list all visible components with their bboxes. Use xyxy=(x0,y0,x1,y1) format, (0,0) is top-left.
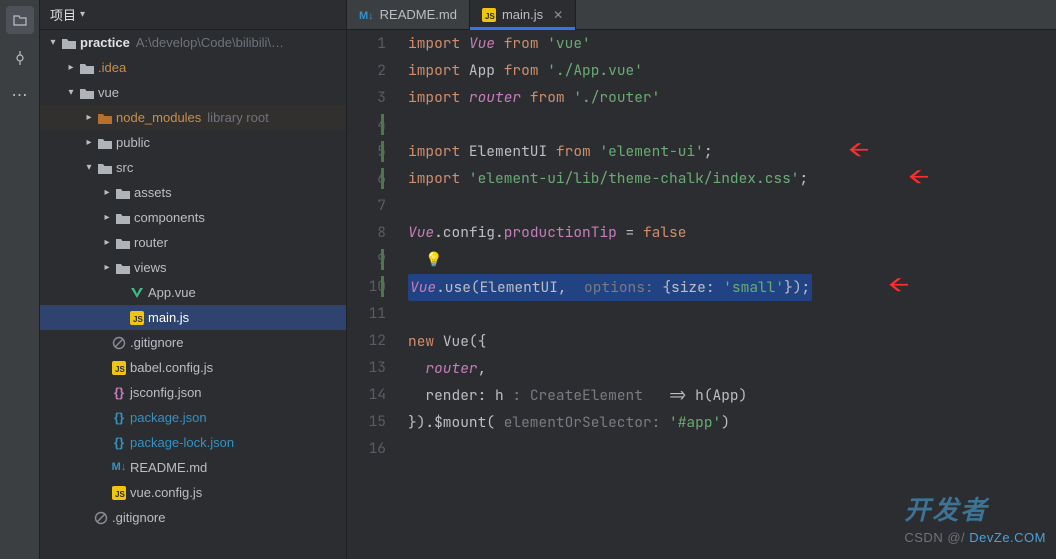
svg-text:JS: JS xyxy=(115,490,125,499)
tree-item-gitignore-2[interactable]: .gitignore xyxy=(40,505,346,530)
tree-item-src[interactable]: ▾ src xyxy=(40,155,346,180)
tree-item-assets[interactable]: ▸ assets xyxy=(40,180,346,205)
tree-item-babel[interactable]: JS babel.config.js xyxy=(40,355,346,380)
tree-item-public[interactable]: ▸ public xyxy=(40,130,346,155)
tree-item-gitignore-1[interactable]: .gitignore xyxy=(40,330,346,355)
json-file-icon: {} xyxy=(110,380,128,405)
close-icon[interactable]: ✕ xyxy=(553,8,563,22)
markdown-file-icon: M↓ xyxy=(110,455,128,480)
ignore-file-icon xyxy=(110,336,128,350)
annotation-arrow-icon: ← xyxy=(888,271,909,298)
tab-label: README.md xyxy=(380,7,457,22)
line-gutter: 1 2 3 4 5 6 7 8 9 10 11 12 13 14 15 16 xyxy=(347,30,402,559)
watermark: 开发者 CSDN @/ DevZe.COM xyxy=(904,497,1046,551)
project-panel: 项目 ▾ ▾ practice A:\develop\Code\bilibili… xyxy=(40,0,347,559)
intention-bulb-icon[interactable]: 💡 xyxy=(425,251,442,269)
folder-icon xyxy=(114,211,132,225)
json-file-icon: {} xyxy=(110,430,128,455)
tree-item-router[interactable]: ▸ router xyxy=(40,230,346,255)
tree-item-main-js[interactable]: JS main.js xyxy=(40,305,346,330)
tree-item-vue[interactable]: ▾ vue xyxy=(40,80,346,105)
folder-icon xyxy=(78,86,96,100)
tab-mainjs[interactable]: JS main.js ✕ xyxy=(470,0,576,29)
editor-area: M↓ README.md JS main.js ✕ 1 2 3 4 5 6 7 … xyxy=(347,0,1056,559)
tree-item-package-json[interactable]: {} package.json xyxy=(40,405,346,430)
folder-icon xyxy=(96,136,114,150)
js-file-icon: JS xyxy=(482,8,496,22)
folder-icon xyxy=(96,161,114,175)
tree-item-app-vue[interactable]: App.vue xyxy=(40,280,346,305)
library-folder-icon xyxy=(96,111,114,125)
annotation-arrow-icon: ← xyxy=(848,136,869,163)
folder-icon xyxy=(114,236,132,250)
chevron-down-icon: ▾ xyxy=(80,9,85,20)
json-file-icon: {} xyxy=(110,405,128,430)
folder-icon xyxy=(114,186,132,200)
tree-item-views[interactable]: ▸ views xyxy=(40,255,346,280)
tree-item-jsconfig[interactable]: {} jsconfig.json xyxy=(40,380,346,405)
tree-item-idea[interactable]: ▸ .idea xyxy=(40,55,346,80)
svg-text:JS: JS xyxy=(133,315,143,324)
js-file-icon: JS xyxy=(110,486,128,500)
more-tool-button[interactable]: ⋯ xyxy=(6,82,34,110)
tab-readme[interactable]: M↓ README.md xyxy=(347,0,470,29)
commit-tool-button[interactable] xyxy=(6,44,34,72)
tab-label: main.js xyxy=(502,7,543,22)
tree-item-vue-config[interactable]: JS vue.config.js xyxy=(40,480,346,505)
annotation-arrow-icon: ← xyxy=(908,163,929,190)
folder-icon xyxy=(114,261,132,275)
tool-strip: ⋯ xyxy=(0,0,40,559)
code-editor[interactable]: 1 2 3 4 5 6 7 8 9 10 11 12 13 14 15 16 i… xyxy=(347,30,1056,559)
editor-tabs: M↓ README.md JS main.js ✕ xyxy=(347,0,1056,30)
tree-root[interactable]: ▾ practice A:\develop\Code\bilibili\… xyxy=(40,30,346,55)
js-file-icon: JS xyxy=(128,311,146,325)
project-panel-header[interactable]: 项目 ▾ xyxy=(40,0,346,30)
tree-item-package-lock[interactable]: {} package-lock.json xyxy=(40,430,346,455)
project-panel-title: 项目 xyxy=(50,5,76,24)
vue-file-icon xyxy=(128,286,146,300)
markdown-file-icon: M↓ xyxy=(359,7,374,22)
js-file-icon: JS xyxy=(110,361,128,375)
svg-text:JS: JS xyxy=(485,12,495,21)
svg-text:JS: JS xyxy=(115,365,125,374)
folder-icon xyxy=(78,61,96,75)
folder-icon xyxy=(60,36,78,50)
code-content[interactable]: import Vue from 'vue' import App from '.… xyxy=(402,30,1056,559)
ignore-file-icon xyxy=(92,511,110,525)
tree-item-components[interactable]: ▸ components xyxy=(40,205,346,230)
tree-item-readme[interactable]: M↓ README.md xyxy=(40,455,346,480)
project-tree[interactable]: ▾ practice A:\develop\Code\bilibili\… ▸ … xyxy=(40,30,346,530)
tree-item-node-modules[interactable]: ▸ node_modules library root xyxy=(40,105,346,130)
project-tool-button[interactable] xyxy=(6,6,34,34)
